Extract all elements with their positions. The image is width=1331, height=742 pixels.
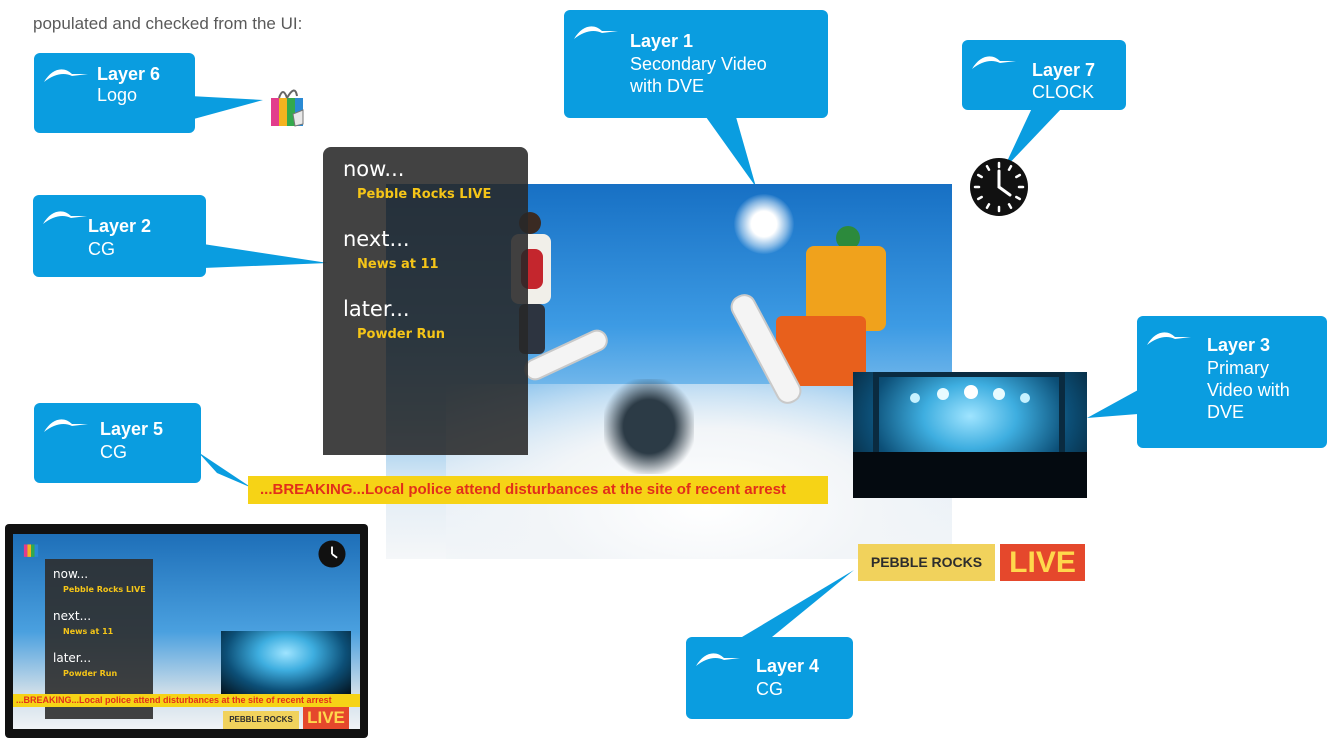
pebble-rocks-tag: PEBBLE ROCKS [858,544,995,581]
callout-layer1: Layer 1 Secondary Video with DVE [564,10,828,118]
pointer-layer6 [190,96,263,120]
callout-layer4: Layer 4 CG [686,637,853,719]
callout-title: Layer 2 [88,216,152,236]
callout-layer5: Layer 5 CG [34,403,201,483]
callout-desc-line: CG [756,679,783,699]
monitor-live-tag: LIVE [303,707,349,729]
logo-gift-icon [271,89,304,127]
intro-text: populated and checked from the UI: [33,14,303,33]
breaking-ticker: ...BREAKING...Local police attend distur… [248,476,828,504]
logo-gift-icon [23,544,39,557]
monitor-screen: now... Pebble Rocks LIVE next... News at… [13,534,360,729]
callout-desc-line: Secondary Video [630,54,767,74]
next-show: News at 11 [357,257,439,272]
callout-logo-icon [574,26,618,39]
primary-video-concert [853,372,1087,498]
callout-title: Layer 4 [756,656,820,676]
crowd-silhouette [853,452,1087,498]
now-label: now... [53,567,89,581]
monitor-ticker: ...BREAKING...Local police attend distur… [13,694,360,707]
pointer-layer3 [1087,390,1138,418]
later-show: Powder Run [357,327,446,342]
monitor-concert-video [221,631,351,694]
callout-desc-line: Primary [1207,358,1269,378]
later-label: later... [343,297,410,321]
snowy-tree [604,379,694,474]
next-show: News at 11 [63,627,114,636]
pointer-layer2 [203,244,328,268]
callout-title: Layer 3 [1207,335,1271,355]
later-label: later... [53,651,92,665]
pointer-layer4 [742,570,854,637]
pointer-layer1 [706,117,756,187]
now-show: Pebble Rocks LIVE [357,187,492,202]
callout-desc-line: with DVE [630,76,705,96]
callout-logo-icon [1147,332,1191,345]
callout-logo-icon [972,56,1016,69]
callout-desc-line: Logo [97,85,138,105]
callout-logo-icon [696,653,740,666]
callout-desc-line: Video with [1207,380,1290,400]
callout-title: Layer 7 [1032,60,1096,80]
clock-icon [970,158,1028,216]
callout-layer2: Layer 2 CG [33,195,206,277]
live-tag: LIVE [1000,544,1085,581]
clock-icon [318,540,346,568]
next-label: next... [343,227,410,251]
composite-preview-monitor: now... Pebble Rocks LIVE next... News at… [5,524,368,738]
callout-layer7: Layer 7 CLOCK [962,40,1126,110]
callout-layer3: Layer 3 Primary Video with DVE [1137,316,1327,448]
callout-logo-icon [43,211,87,224]
pointer-layer5 [198,452,252,488]
now-label: now... [343,157,405,181]
callout-logo-icon [44,69,88,82]
schedule-cg-panel: now... Pebble Rocks LIVE next... News at… [323,147,528,455]
later-show: Powder Run [63,669,118,678]
callout-desc-line: CLOCK [1032,82,1095,102]
callout-title: Layer 1 [630,31,694,51]
callout-layer6: Layer 6 Logo [34,53,195,133]
callout-desc-line: CG [100,442,127,462]
callout-logo-icon [44,419,88,432]
callout-title: Layer 6 [97,64,161,84]
next-label: next... [53,609,92,623]
monitor-pebble-tag: PEBBLE ROCKS [223,711,299,729]
callout-desc-line: CG [88,239,115,259]
now-show: Pebble Rocks LIVE [63,585,146,594]
callout-title: Layer 5 [100,419,164,439]
callout-desc-line: DVE [1207,402,1245,422]
